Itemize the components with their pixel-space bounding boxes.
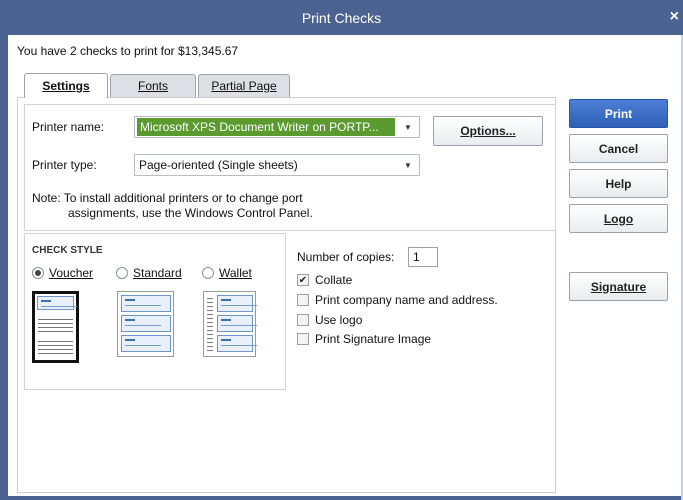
chevron-down-icon: ▼ [404, 122, 412, 132]
copies-input[interactable]: 1 [408, 247, 438, 267]
checkbox-collate[interactable]: ✔ Collate [297, 273, 352, 287]
window-frame-bottom [0, 496, 683, 500]
check-stub-icon [37, 296, 77, 310]
checkbox-label: Print Signature Image [315, 332, 432, 346]
window-titlebar: Print Checks × [0, 0, 683, 35]
printer-name-value: Microsoft XPS Document Writer on PORTP..… [137, 118, 395, 136]
radio-wallet[interactable]: Wallet [202, 266, 252, 280]
logo-button[interactable]: Logo [569, 204, 668, 233]
printer-note-line: Note: To install additional printers or … [32, 191, 303, 205]
voucher-check-preview[interactable] [32, 291, 79, 363]
tab-label: Partial Page [211, 79, 277, 93]
tab-label: Fonts [137, 79, 168, 93]
tab-label: Settings [42, 79, 90, 93]
print-button[interactable]: Print [569, 99, 668, 128]
help-button[interactable]: Help [569, 169, 668, 198]
printer-type-label: Printer type: [32, 158, 97, 172]
checkbox-label: Collate [315, 273, 353, 287]
printer-type-value: Page-oriented (Single sheets) [139, 158, 298, 172]
tab-partial-page[interactable]: Partial Page [198, 74, 290, 97]
logo-button-label: Logo [603, 211, 634, 226]
tab-fonts[interactable]: Fonts [110, 74, 196, 97]
check-stub-icon [217, 295, 257, 312]
wallet-check-preview[interactable] [203, 291, 257, 357]
check-stub-icon [217, 335, 257, 352]
window-title: Print Checks [301, 9, 382, 26]
radio-label: Standard [133, 266, 182, 280]
check-stub-icon [217, 315, 257, 332]
radio-label: Wallet [219, 266, 252, 280]
close-icon[interactable]: × [670, 8, 679, 26]
checkbox-label: Print company name and address. [315, 293, 498, 307]
radio-voucher[interactable]: Voucher [32, 266, 93, 280]
tab-settings[interactable]: Settings [24, 73, 108, 98]
printer-name-label: Printer name: [32, 120, 105, 134]
checkbox-print-signature-image[interactable]: Print Signature Image [297, 332, 431, 346]
checkbox-label: Use logo [315, 313, 363, 327]
radio-icon [202, 267, 214, 279]
copies-label: Number of copies: [297, 250, 395, 264]
voucher-lines-icon [38, 338, 73, 354]
radio-standard[interactable]: Standard [116, 266, 182, 280]
checkbox-print-company-name[interactable]: Print company name and address. [297, 293, 498, 307]
signature-button-label: Signature [590, 279, 647, 294]
cancel-button[interactable]: Cancel [569, 134, 668, 163]
checkmark-icon: ✔ [297, 274, 309, 286]
printer-type-dropdown[interactable]: Page-oriented (Single sheets) ▼ [134, 154, 420, 176]
checkbox-icon [297, 333, 309, 345]
radio-selected-icon [32, 267, 44, 279]
printer-name-dropdown[interactable]: Microsoft XPS Document Writer on PORTP..… [134, 116, 420, 138]
signature-button[interactable]: Signature [569, 272, 668, 301]
radio-icon [116, 267, 128, 279]
radio-label: Voucher [49, 266, 94, 280]
check-stub-icon [121, 315, 171, 332]
printer-note: Note: To install additional printers or … [32, 191, 313, 221]
check-stub-icon [121, 335, 171, 352]
checkbox-use-logo[interactable]: Use logo [297, 313, 362, 327]
voucher-lines-icon [38, 316, 73, 332]
checks-summary: You have 2 checks to print for $13,345.6… [17, 44, 239, 58]
checkbox-icon [297, 294, 309, 306]
printer-note-line: assignments, use the Windows Control Pan… [68, 206, 313, 220]
checkbox-icon [297, 314, 309, 326]
check-style-caption: CHECK STYLE [32, 245, 106, 256]
wallet-stub-icon [207, 295, 213, 353]
standard-check-preview[interactable] [117, 291, 174, 357]
window-frame-left [0, 35, 8, 500]
options-button[interactable]: Options... [433, 116, 543, 146]
options-button-label: Options... [460, 124, 516, 138]
check-stub-icon [121, 295, 171, 312]
chevron-down-icon: ▼ [404, 160, 412, 170]
